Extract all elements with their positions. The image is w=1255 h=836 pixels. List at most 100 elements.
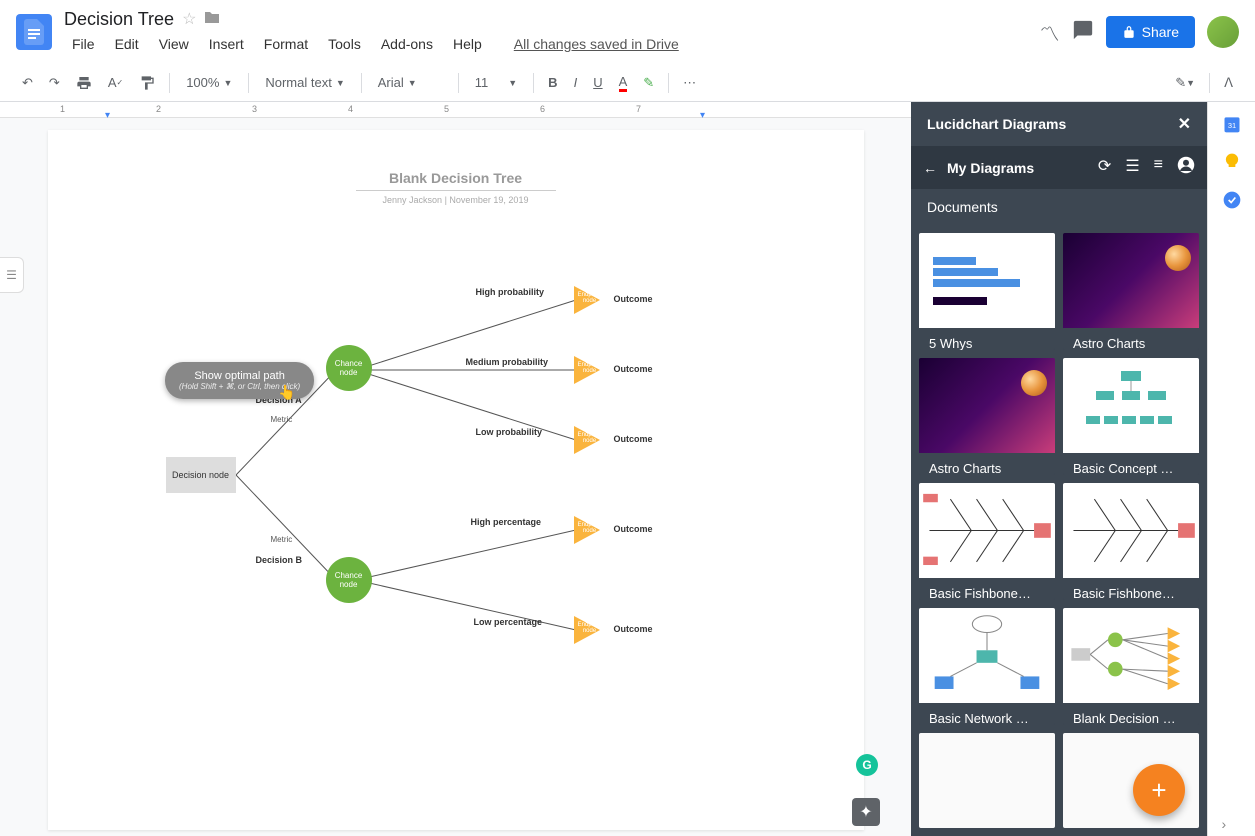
zoom-select[interactable]: 100% ▼	[178, 71, 240, 94]
card-label: Basic Network …	[919, 703, 1055, 725]
ruler[interactable]: 1 2 3 4 5 6 7 ▾ ▾	[0, 102, 911, 118]
menu-bar: File Edit View Insert Format Tools Add-o…	[64, 32, 1040, 56]
sort-icon[interactable]: ☰	[1125, 156, 1139, 179]
highlight-button[interactable]: ✎	[637, 71, 660, 95]
diagram-card[interactable]: Basic Concept …	[1063, 358, 1199, 475]
endpoint-node: Endpoint node	[574, 356, 600, 384]
editing-mode-button[interactable]: ✎ ▼	[1169, 71, 1201, 95]
card-label: Blank Decision …	[1063, 703, 1199, 725]
comments-icon[interactable]	[1072, 19, 1094, 46]
label-decision-b: Decision B	[256, 555, 303, 565]
endpoint-node: Endpoint node	[574, 616, 600, 644]
sidebar-title-bar: Lucidchart Diagrams ✕	[911, 102, 1207, 146]
lucidchart-sidebar: Lucidchart Diagrams ✕ ← My Diagrams ⟳ ☰ …	[911, 102, 1207, 836]
thumb-astro2	[919, 358, 1055, 453]
decision-tree-diagram[interactable]: Decision node Decision A Metric Decision…	[156, 265, 756, 685]
label-low-pct: Low percentage	[474, 617, 543, 627]
thumb-concept	[1063, 358, 1199, 453]
diagram-card[interactable]: Basic Network …	[919, 608, 1055, 725]
title-area: Decision Tree ☆ File Edit View Insert Fo…	[64, 9, 1040, 56]
diagram-card[interactable]	[919, 733, 1055, 828]
list-icon[interactable]: ≡	[1154, 156, 1163, 179]
diagram-card[interactable]: Blank Decision …	[1063, 608, 1199, 725]
font-select[interactable]: Arial ▼	[370, 71, 450, 94]
calendar-icon[interactable]: 31	[1222, 114, 1242, 134]
explore-activity-icon[interactable]: 〽	[1040, 18, 1060, 47]
outcome-label: Outcome	[614, 624, 653, 634]
expand-rail-icon[interactable]: ›	[1222, 816, 1242, 836]
label-high-pct: High percentage	[471, 517, 542, 527]
doc-header: Blank Decision Tree Jenny Jackson | Nove…	[108, 170, 804, 205]
card-label: Basic Concept …	[1063, 453, 1199, 475]
menu-view[interactable]: View	[151, 32, 197, 56]
text-color-button[interactable]: A	[613, 70, 634, 96]
print-button[interactable]	[70, 71, 98, 95]
user-avatar[interactable]	[1207, 16, 1239, 48]
star-icon[interactable]: ☆	[182, 9, 196, 29]
card-label: 5 Whys	[919, 328, 1055, 350]
main-area: ☰ 1 2 3 4 5 6 7 ▾ ▾ Show optimal path (H…	[0, 102, 1255, 836]
account-icon[interactable]	[1177, 156, 1195, 179]
page-title: Blank Decision Tree	[108, 170, 804, 186]
italic-button[interactable]: I	[568, 71, 584, 94]
saved-status[interactable]: All changes saved in Drive	[506, 32, 687, 56]
folder-icon[interactable]	[204, 10, 220, 29]
more-button[interactable]: ⋯	[677, 71, 702, 95]
menu-addons[interactable]: Add-ons	[373, 32, 441, 56]
label-high-prob: High probability	[476, 287, 545, 297]
menu-help[interactable]: Help	[445, 32, 490, 56]
share-button[interactable]: Share	[1106, 16, 1195, 48]
sidebar-grid[interactable]: 5 Whys Astro Charts Astro Charts Basic C…	[911, 225, 1207, 836]
explore-button[interactable]: ✦	[852, 798, 880, 826]
back-icon[interactable]: ←	[923, 160, 937, 176]
keep-icon[interactable]	[1222, 152, 1242, 172]
label-low-prob: Low probability	[476, 427, 543, 437]
diagram-card[interactable]: Basic Fishbone…	[919, 483, 1055, 600]
undo-button[interactable]: ↶	[16, 71, 39, 95]
toolbar: ↶ ↷ A✓ 100% ▼ Normal text ▼ Arial ▼ 11 ▼…	[0, 64, 1255, 102]
tasks-icon[interactable]	[1222, 190, 1242, 210]
grammarly-icon[interactable]: G	[856, 754, 878, 776]
page-meta: Jenny Jackson | November 19, 2019	[108, 195, 804, 205]
card-label: Basic Fishbone…	[919, 578, 1055, 600]
card-label: Astro Charts	[919, 453, 1055, 475]
menu-format[interactable]: Format	[256, 32, 316, 56]
tooltip-text: Show optimal path	[179, 370, 300, 382]
diagram-card[interactable]: Astro Charts	[919, 358, 1055, 475]
document-canvas[interactable]: ☰ 1 2 3 4 5 6 7 ▾ ▾ Show optimal path (H…	[0, 102, 911, 836]
thumb-decision	[1063, 608, 1199, 703]
underline-button[interactable]: U	[587, 71, 608, 94]
style-select[interactable]: Normal text ▼	[257, 71, 352, 94]
thumb-fishbone	[919, 483, 1055, 578]
diagram-card[interactable]: Basic Fishbone…	[1063, 483, 1199, 600]
new-diagram-fab[interactable]: +	[1133, 764, 1185, 816]
endpoint-node: Endpoint node	[574, 516, 600, 544]
paint-format-button[interactable]	[133, 71, 161, 95]
diagram-card[interactable]: 5 Whys	[919, 233, 1055, 350]
lock-icon	[1122, 25, 1136, 39]
bold-button[interactable]: B	[542, 71, 563, 94]
menu-tools[interactable]: Tools	[320, 32, 369, 56]
hide-menus-button[interactable]: ᐱ	[1218, 71, 1239, 95]
diagram-card[interactable]: Astro Charts	[1063, 233, 1199, 350]
document-page: Blank Decision Tree Jenny Jackson | Nove…	[48, 130, 864, 830]
redo-button[interactable]: ↷	[43, 71, 66, 95]
refresh-icon[interactable]: ⟳	[1098, 156, 1111, 179]
thumb-partial	[919, 733, 1055, 828]
outcome-label: Outcome	[614, 434, 653, 444]
close-icon[interactable]: ✕	[1178, 114, 1191, 134]
decision-node: Decision node	[166, 457, 236, 493]
menu-insert[interactable]: Insert	[201, 32, 252, 56]
cursor-icon: 👆	[278, 384, 295, 401]
menu-edit[interactable]: Edit	[107, 32, 147, 56]
fontsize-select[interactable]: 11 ▼	[467, 71, 525, 94]
menu-file[interactable]: File	[64, 32, 103, 56]
doc-title[interactable]: Decision Tree	[64, 9, 174, 30]
chance-node-b: Chance node	[326, 557, 372, 603]
sidebar-title: Lucidchart Diagrams	[927, 116, 1066, 132]
outline-tab-icon[interactable]: ☰	[0, 257, 24, 293]
sidebar-nav-label: My Diagrams	[947, 160, 1034, 176]
docs-logo-icon[interactable]	[16, 14, 52, 50]
spellcheck-button[interactable]: A✓	[102, 71, 129, 94]
endpoint-node: Endpoint node	[574, 426, 600, 454]
